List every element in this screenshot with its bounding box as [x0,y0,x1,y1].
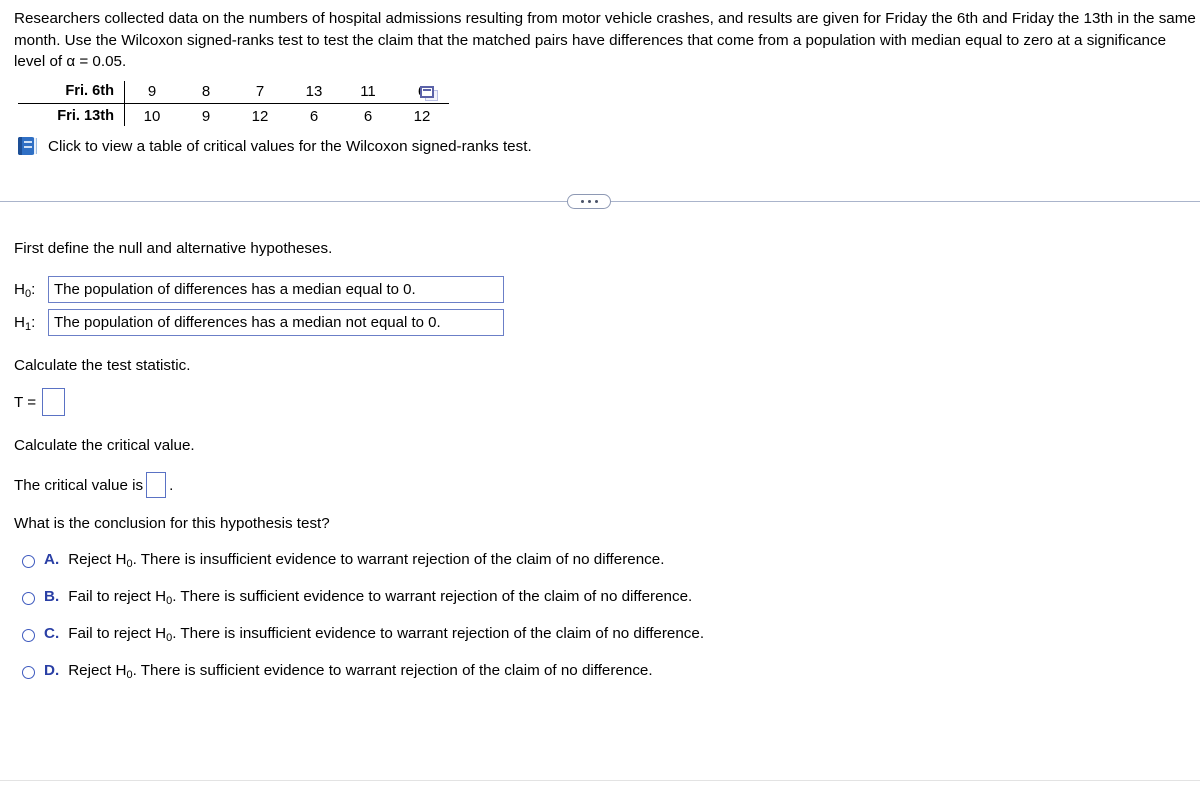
book-icon-page-edge [34,138,37,154]
bottom-rule [0,780,1200,781]
more-options-dots-button[interactable] [567,194,611,209]
choice-text-a: Reject H0. There is insufficient evidenc… [68,551,665,570]
exercise-page: Researchers collected data on the number… [0,0,1200,788]
book-icon[interactable] [16,136,38,156]
null-hypothesis-select[interactable]: The population of differences has a medi… [48,276,504,303]
choice-option-a[interactable]: A. Reject H0. There is insufficient evid… [22,551,1122,588]
test-statistic-input[interactable] [42,388,66,416]
critical-value-input[interactable] [146,472,167,498]
cell: 12 [251,107,269,125]
book-icon-spine [18,137,22,155]
cell: 9 [125,81,179,104]
cell: 11 [341,81,395,104]
radio-button-c[interactable] [22,629,35,642]
critical-values-popup-link[interactable]: Click to view a table of critical values… [16,136,532,156]
choice-text-c: Fail to reject H0. There is insufficient… [68,625,705,644]
row-label-fri-6th: Fri. 6th [18,81,125,104]
choice-option-b[interactable]: B. Fail to reject H0. There is sufficien… [22,588,1122,625]
choice-text-d: Reject H0. There is sufficient evidence … [68,662,653,681]
calculate-critical-value-instruction: Calculate the critical value. [14,437,195,454]
cell: 10 [143,107,161,125]
dot [594,200,598,203]
critical-value-suffix: . [169,476,174,494]
popup-link-text[interactable]: Click to view a table of critical values… [48,138,532,155]
choice-letter-b: B. [44,588,60,605]
conclusion-choices: A. Reject H0. There is insufficient evid… [22,551,1122,699]
test-statistic-row: T = [14,388,66,416]
dot [587,200,591,203]
copy-to-spreadsheet-icon[interactable] [420,86,440,103]
hypothesis-label-h1: H1: [14,314,36,333]
conclusion-question: What is the conclusion for this hypothes… [14,515,330,532]
data-table: Fri. 6th 9 8 7 13 11 6 Fri. 13th 10 9 12… [18,81,449,126]
cell: 9 [201,107,211,125]
row-label-fri-13th: Fri. 13th [57,108,114,124]
cell: 7 [233,81,287,104]
test-statistic-label: T = [14,393,37,411]
choice-letter-a: A. [44,551,60,568]
dot [580,200,584,203]
table-row: Fri. 13th 10 9 12 6 6 12 [18,103,449,126]
radio-button-a[interactable] [22,555,35,568]
cell: 13 [287,81,341,104]
choice-letter-d: D. [44,662,60,679]
book-icon-line [24,141,32,143]
choice-option-d[interactable]: D. Reject H0. There is sufficient eviden… [22,662,1122,699]
choice-text-b: Fail to reject H0. There is sufficient e… [68,588,693,607]
alternative-hypothesis-select[interactable]: The population of differences has a medi… [48,309,504,336]
cell: 8 [179,81,233,104]
hypothesis-row-null: H0: The population of differences has a … [14,276,504,303]
cell: 6 [309,107,319,125]
cell: 12 [413,107,431,125]
table-row: Fri. 6th 9 8 7 13 11 6 [18,81,449,104]
book-icon-line [24,146,32,148]
choice-letter-c: C. [44,625,60,642]
choice-option-c[interactable]: C. Fail to reject H0. There is insuffici… [22,625,1122,662]
problem-statement: Researchers collected data on the number… [14,10,1196,70]
cell: 6 [363,107,373,125]
critical-value-row: The critical value is . [14,472,173,498]
first-define-instruction: First define the null and alternative hy… [14,240,333,257]
radio-button-b[interactable] [22,592,35,605]
calculate-test-statistic-instruction: Calculate the test statistic. [14,357,191,374]
critical-value-prefix: The critical value is [14,476,144,494]
hypothesis-label-h0: H0: [14,281,36,300]
copy-icon-front-sheet [420,86,434,98]
radio-button-d[interactable] [22,666,35,679]
hypothesis-row-alternative: H1: The population of differences has a … [14,309,504,336]
